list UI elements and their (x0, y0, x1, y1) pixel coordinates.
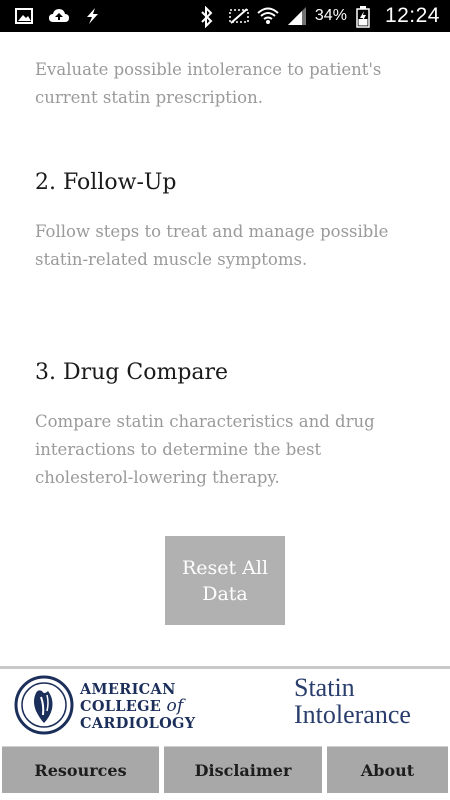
status-bar: 34% 12:24 (0, 0, 450, 32)
bluetooth-icon (199, 5, 219, 29)
wifi-icon (257, 6, 279, 26)
section-3-title[interactable]: 3. Drug Compare (35, 360, 228, 385)
section-2-description: Follow steps to treat and manage possibl… (35, 222, 389, 269)
statin-logo-line1: Statin (294, 673, 355, 702)
reset-all-data-button[interactable]: Reset All Data (165, 536, 285, 625)
acc-seal-icon (14, 675, 74, 735)
acc-logo-text: AMERICAN COLLEGE of CARDIOLOGY (80, 681, 195, 732)
statin-logo-line2: Intolerance (294, 700, 411, 729)
mute-icon (228, 6, 249, 26)
battery-icon (356, 6, 376, 28)
bottom-nav: Resources Disclaimer About (0, 745, 450, 800)
clock: 12:24 (384, 4, 440, 27)
acc-logo-line3: CARDIOLOGY (80, 715, 196, 732)
cloud-upload-icon (48, 6, 69, 26)
resources-button[interactable]: Resources (2, 746, 159, 793)
footer-logos: AMERICAN COLLEGE of CARDIOLOGY Statin In… (0, 669, 450, 745)
image-icon (14, 6, 34, 26)
battery-percent: 34% (314, 7, 347, 24)
lightning-icon (82, 6, 102, 26)
about-button[interactable]: About (327, 746, 448, 793)
acc-logo-of: of (166, 696, 184, 716)
section-3-description: Compare statin characteristics and drug … (35, 412, 375, 487)
section-2-title[interactable]: 2. Follow-Up (35, 170, 177, 195)
disclaimer-button[interactable]: Disclaimer (164, 746, 322, 793)
section-1-description: Evaluate possible intolerance to patient… (35, 60, 382, 107)
statin-intolerance-logo: Statin Intolerance (294, 674, 411, 728)
acc-logo-line2: COLLEGE of (80, 696, 195, 716)
signal-icon (286, 6, 306, 26)
main-content[interactable]: Evaluate possible intolerance to patient… (0, 32, 450, 666)
acc-logo-college: COLLEGE (80, 698, 162, 715)
